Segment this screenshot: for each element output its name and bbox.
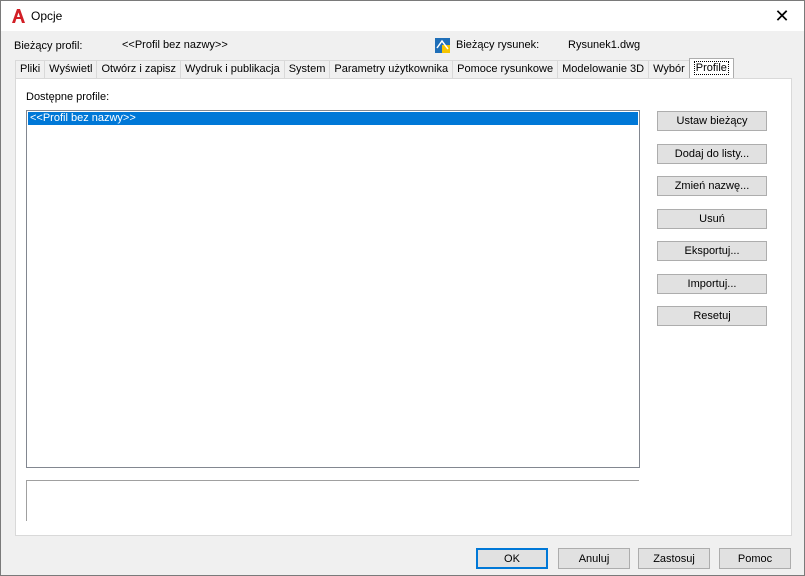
tab-profile[interactable]: Profile <box>688 58 734 78</box>
help-button[interactable]: Pomoc <box>719 548 791 569</box>
list-item[interactable]: <<Profil bez nazwy>> <box>28 112 638 125</box>
current-profile-label: Bieżący profil: <box>14 40 83 52</box>
reset-button[interactable]: Resetuj <box>657 306 767 326</box>
tab-parametry-uzytkownika[interactable]: Parametry użytkownika <box>329 60 453 78</box>
current-drawing-label: Bieżący rysunek: <box>456 39 540 51</box>
profiles-listbox[interactable]: <<Profil bez nazwy>> <box>26 110 640 468</box>
cancel-button[interactable]: Anuluj <box>558 548 630 569</box>
current-drawing-value: Rysunek1.dwg <box>568 39 641 51</box>
tab-otworz-i-zapisz[interactable]: Otwórz i zapisz <box>96 60 181 78</box>
tab-wydruk-i-publikacja[interactable]: Wydruk i publikacja <box>180 60 284 78</box>
apply-button[interactable]: Zastosuj <box>638 548 710 569</box>
title-bar: Opcje ✕ <box>1 1 804 31</box>
tab-wyswietl[interactable]: Wyświetl <box>44 60 97 78</box>
add-to-list-button[interactable]: Dodaj do listy... <box>657 144 767 164</box>
tab-system[interactable]: System <box>283 60 330 78</box>
tab-pliki[interactable]: Pliki <box>15 60 45 78</box>
tab-wybor[interactable]: Wybór <box>648 60 689 78</box>
drawing-file-icon <box>435 38 450 53</box>
export-button[interactable]: Eksportuj... <box>657 241 767 261</box>
tab-pomoce-rysunkowe[interactable]: Pomoce rysunkowe <box>452 60 558 78</box>
set-current-button[interactable]: Ustaw bieżący <box>657 111 767 131</box>
delete-button[interactable]: Usuń <box>657 209 767 229</box>
tab-modelowanie-3d[interactable]: Modelowanie 3D <box>557 60 649 78</box>
ok-button[interactable]: OK <box>476 548 548 569</box>
window-title: Opcje <box>31 9 63 23</box>
profile-description-box <box>26 480 639 521</box>
tab-profile-label: Profile <box>693 61 729 75</box>
options-dialog: Opcje ✕ Bieżący profil: <<Profil bez naz… <box>0 0 805 576</box>
profile-panel: Dostępne profile: <<Profil bez nazwy>> U… <box>15 78 792 536</box>
rename-button[interactable]: Zmień nazwę... <box>657 176 767 196</box>
options-tabs: Pliki Wyświetl Otwórz i zapisz Wydruk i … <box>15 58 734 78</box>
current-profile-value: <<Profil bez nazwy>> <box>122 39 228 51</box>
autocad-logo-icon <box>12 9 25 23</box>
available-profiles-label: Dostępne profile: <box>26 91 110 103</box>
import-button[interactable]: Importuj... <box>657 274 767 294</box>
close-button[interactable]: ✕ <box>760 1 804 31</box>
